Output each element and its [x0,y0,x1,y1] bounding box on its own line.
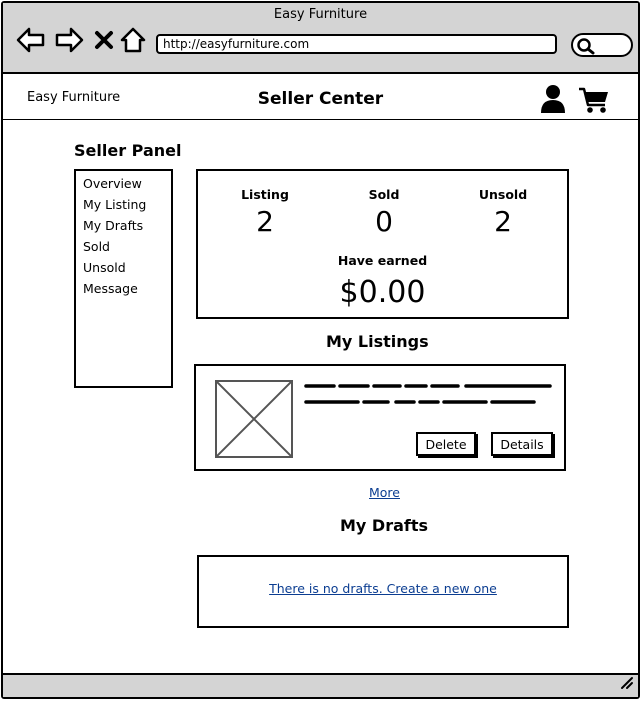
delete-button[interactable]: Delete [416,432,476,456]
browser-chrome: Easy Furniture http://easyfurniture.com [3,3,638,74]
sidebar-item-my-drafts[interactable]: My Drafts [83,215,171,236]
search-icon [577,38,595,55]
sidebar-item-message[interactable]: Message [83,278,171,299]
home-icon[interactable] [118,25,148,55]
browser-window: Easy Furniture http://easyfurniture.com … [1,1,640,699]
back-arrow-icon[interactable] [16,25,46,55]
stat-listing-value: 2 [256,205,274,238]
earned-label: Have earned [337,253,428,268]
stat-sold-value: 0 [375,205,393,238]
cart-icon[interactable] [578,86,610,118]
stat-listing: Listing 2 [215,187,315,238]
stat-sold: Sold 0 [334,187,434,238]
sidebar-title: Seller Panel [74,141,182,160]
more-link[interactable]: More [369,485,400,500]
details-button[interactable]: Details [491,432,553,456]
stat-unsold-label: Unsold [478,187,528,202]
create-draft-link[interactable]: There is no drafts. Create a new one [269,581,497,596]
stat-unsold-value: 2 [494,205,512,238]
drafts-panel: There is no drafts. Create a new one [197,555,569,628]
user-icon[interactable] [540,84,566,118]
browser-search-field[interactable] [571,33,633,57]
sidebar-item-overview[interactable]: Overview [83,173,171,194]
listings-title: My Listings [326,332,429,351]
app-header: Easy Furniture Seller Center [3,76,638,120]
stat-listing-label: Listing [241,187,289,202]
stat-unsold: Unsold 2 [453,187,553,238]
sidebar-item-my-listing[interactable]: My Listing [83,194,171,215]
listing-description-placeholder [304,380,552,414]
drafts-title: My Drafts [340,516,429,535]
listing-card: Delete Details [194,364,566,471]
stop-icon[interactable] [89,25,119,55]
resize-grip-icon[interactable] [618,674,634,694]
stats-panel: Listing 2 Sold 0 Unsold 2 Have earned $0… [196,169,569,319]
address-bar[interactable]: http://easyfurniture.com [156,34,557,54]
forward-arrow-icon[interactable] [54,25,84,55]
status-bar [3,673,638,697]
brand-name[interactable]: Easy Furniture [27,90,120,105]
image-placeholder [215,380,293,458]
sidebar-item-unsold[interactable]: Unsold [83,257,171,278]
window-title: Easy Furniture [273,7,368,22]
seller-sidebar: Overview My Listing My Drafts Sold Unsol… [74,169,173,388]
earned-value: $0.00 [339,275,426,310]
stat-sold-label: Sold [368,187,400,202]
sidebar-item-sold[interactable]: Sold [83,236,171,257]
